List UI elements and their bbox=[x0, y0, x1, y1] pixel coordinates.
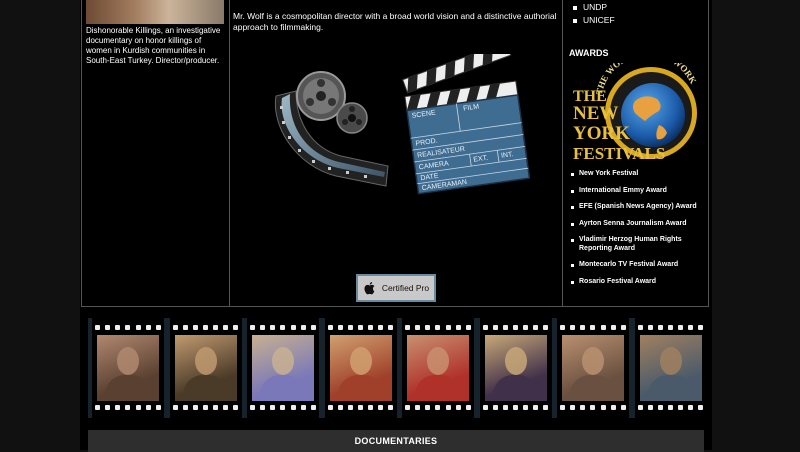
filmstrip-frame[interactable] bbox=[402, 318, 474, 418]
documentary-description: Dishonorable Killings, an investigative … bbox=[86, 26, 221, 65]
sprocket-holes bbox=[482, 325, 549, 331]
documentaries-title: DOCUMENTARIES bbox=[354, 436, 438, 446]
face-silhouette bbox=[272, 347, 294, 375]
svg-text:NEW: NEW bbox=[573, 103, 618, 124]
bullet-icon bbox=[571, 280, 574, 284]
sprocket-holes bbox=[250, 405, 316, 411]
portrait-woman-hat-icon bbox=[174, 335, 237, 401]
body-silhouette bbox=[647, 375, 694, 401]
client-item: UNDP bbox=[573, 1, 615, 14]
filmstrip-frame[interactable] bbox=[557, 318, 629, 418]
face-silhouette bbox=[427, 347, 449, 375]
sprocket-holes bbox=[405, 325, 471, 331]
sprocket-holes bbox=[637, 325, 704, 331]
body-silhouette bbox=[492, 375, 539, 401]
client-list: UNDP UNICEF bbox=[573, 1, 615, 27]
middle-column: Mr. Wolf is a cosmopolitan director with… bbox=[230, 0, 563, 307]
portrait-woman-dark-hair-icon bbox=[97, 335, 159, 401]
award-item[interactable]: New York Festival bbox=[571, 170, 707, 179]
award-item[interactable]: Rosario Festival Award bbox=[571, 278, 707, 287]
sprocket-holes bbox=[560, 325, 626, 331]
filmstrip-frame[interactable] bbox=[169, 318, 242, 418]
apple-icon bbox=[364, 282, 375, 295]
sprocket-holes bbox=[405, 405, 471, 411]
filmstrip-frame[interactable] bbox=[247, 318, 319, 418]
body-silhouette bbox=[260, 375, 306, 401]
filmstrip-frame[interactable] bbox=[324, 318, 397, 418]
face-silhouette bbox=[349, 347, 372, 375]
award-item[interactable]: Ayrton Senna Journalism Award bbox=[571, 220, 707, 229]
sprocket-holes bbox=[327, 405, 394, 411]
sprocket-holes bbox=[637, 405, 704, 411]
bullet-icon bbox=[571, 222, 574, 226]
clapperboard-icon: SCENE FILM PROD. REALISATEUR CAMERA EXT.… bbox=[400, 41, 531, 209]
portrait-smiling-man-icon bbox=[329, 335, 392, 401]
body-silhouette bbox=[337, 375, 384, 401]
documentaries-section-header[interactable]: DOCUMENTARIES bbox=[88, 430, 704, 452]
sprocket-holes bbox=[327, 325, 394, 331]
filmstrip-frame[interactable] bbox=[92, 318, 164, 418]
award-item[interactable]: EFE (Spanish News Agency) Award bbox=[571, 203, 707, 212]
right-column: UNDP UNICEF AWARDS THE WO ORK THE NEW YO… bbox=[563, 0, 709, 307]
director-bio: Mr. Wolf is a cosmopolitan director with… bbox=[233, 11, 557, 32]
award-item[interactable]: Montecarlo TV Festival Award bbox=[571, 261, 707, 270]
portrait-veiled-woman-icon bbox=[484, 335, 547, 401]
face-silhouette bbox=[582, 347, 604, 375]
bullet-icon bbox=[571, 189, 574, 193]
sprocket-holes bbox=[95, 405, 161, 411]
filmstrip-frame[interactable] bbox=[479, 318, 552, 418]
awards-list: New York Festival International Emmy Awa… bbox=[571, 170, 707, 294]
filmstrip-frame[interactable] bbox=[634, 318, 707, 418]
svg-text:FESTIVALS: FESTIVALS bbox=[573, 144, 665, 163]
body-silhouette bbox=[570, 375, 616, 401]
page: Dishonorable Killings, an investigative … bbox=[80, 0, 712, 452]
portrait-burqa-icon bbox=[252, 335, 314, 401]
face-silhouette bbox=[194, 347, 217, 375]
bullet-icon bbox=[571, 239, 574, 242]
face-silhouette bbox=[659, 347, 682, 375]
sprocket-holes bbox=[250, 325, 316, 331]
bullet-icon bbox=[573, 18, 577, 23]
client-item: UNICEF bbox=[573, 14, 615, 27]
bullet-icon bbox=[571, 173, 574, 176]
portrait-woman-red-robe-icon bbox=[407, 335, 469, 401]
sprocket-holes bbox=[482, 405, 549, 411]
awards-heading: AWARDS bbox=[569, 48, 609, 58]
face-silhouette bbox=[504, 347, 527, 375]
sprocket-holes bbox=[172, 405, 239, 411]
face-silhouette bbox=[117, 347, 139, 375]
certified-pro-badge[interactable]: Certified Pro bbox=[356, 274, 436, 302]
bullet-icon bbox=[573, 5, 577, 10]
body-silhouette bbox=[415, 375, 461, 401]
bullet-icon bbox=[571, 264, 574, 267]
certified-pro-label: Certified Pro bbox=[381, 283, 430, 293]
bullet-icon bbox=[571, 206, 574, 209]
body-silhouette bbox=[182, 375, 229, 401]
sprocket-holes bbox=[560, 405, 626, 411]
svg-text:YORK: YORK bbox=[573, 123, 630, 144]
award-item[interactable]: Vladimir Herzog Human Rights Reporting A… bbox=[571, 236, 707, 253]
left-column: Dishonorable Killings, an investigative … bbox=[82, 0, 230, 307]
new-york-festivals-logo[interactable]: THE WORLD'S BEST WORK THE NEW YORK FESTI… bbox=[571, 63, 703, 164]
sprocket-holes bbox=[172, 325, 239, 331]
portrait-profile-woman-icon bbox=[562, 335, 624, 401]
body-silhouette bbox=[105, 375, 151, 401]
award-item[interactable]: International Emmy Award bbox=[571, 187, 707, 196]
portrait-woman-outdoors-icon bbox=[639, 335, 702, 401]
sprocket-holes bbox=[95, 325, 161, 331]
content-frame: Dishonorable Killings, an investigative … bbox=[81, 0, 709, 307]
film-reel-icon bbox=[266, 66, 396, 201]
documentary-thumbnail[interactable] bbox=[86, 0, 224, 24]
filmstrip-gallery bbox=[88, 318, 707, 418]
